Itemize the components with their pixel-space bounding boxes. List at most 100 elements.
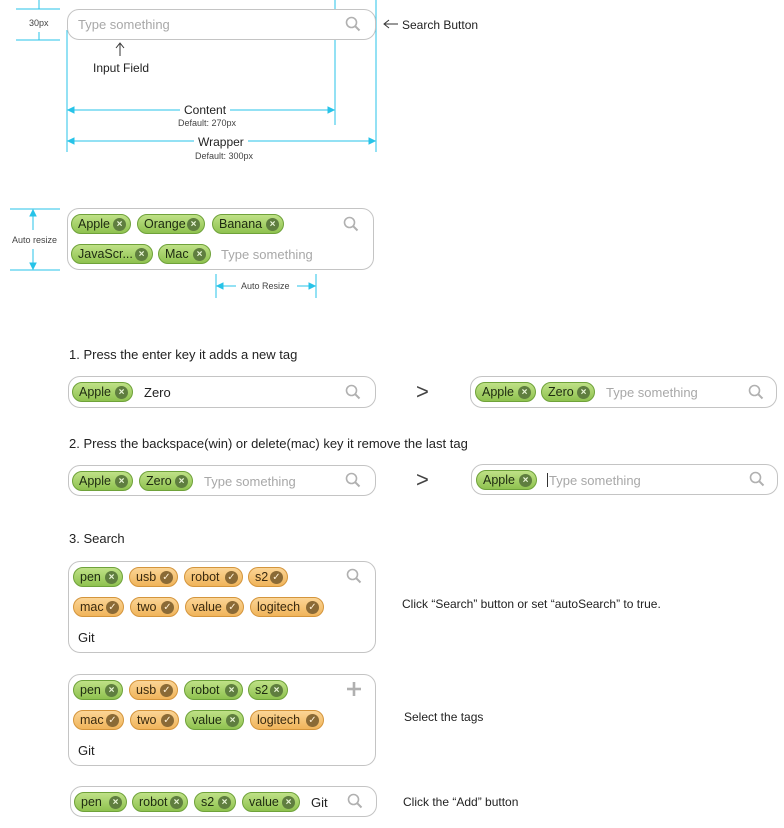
plus-icon[interactable] bbox=[346, 681, 362, 697]
step1-after-tag-input[interactable]: Apple × Zero × Type something bbox=[470, 376, 777, 408]
close-icon[interactable]: × bbox=[270, 683, 283, 697]
search-icon[interactable] bbox=[749, 471, 765, 487]
suggested-tag[interactable]: s2 ✓ bbox=[248, 567, 288, 587]
suggested-tag[interactable]: mac ✓ bbox=[73, 597, 124, 617]
step2-after-tag-input[interactable]: Apple × Type something bbox=[471, 464, 778, 495]
check-icon[interactable]: ✓ bbox=[226, 600, 239, 614]
check-icon[interactable]: ✓ bbox=[160, 570, 173, 584]
close-icon[interactable]: × bbox=[170, 795, 183, 809]
search-input[interactable]: Git bbox=[78, 630, 95, 645]
suggested-tag[interactable]: logitech ✓ bbox=[250, 597, 324, 617]
close-icon[interactable]: × bbox=[282, 795, 295, 809]
step3-heading: 3. Search bbox=[69, 531, 125, 546]
suggested-tag[interactable]: two ✓ bbox=[130, 597, 179, 617]
close-icon[interactable]: × bbox=[115, 385, 128, 399]
check-icon[interactable]: ✓ bbox=[161, 600, 174, 614]
search-icon[interactable] bbox=[347, 793, 363, 809]
close-icon[interactable]: × bbox=[226, 713, 239, 727]
step2-heading: 2. Press the backspace(win) or delete(ma… bbox=[69, 436, 468, 451]
step3-search-tag-input[interactable]: pen × usb ✓ robot ✓ s2 ✓ mac ✓ two ✓ val… bbox=[68, 561, 376, 653]
tag[interactable]: Zero × bbox=[139, 471, 193, 491]
suggested-tag[interactable]: logitech ✓ bbox=[250, 710, 324, 730]
search-input[interactable]: Git bbox=[311, 795, 328, 810]
check-icon[interactable]: ✓ bbox=[106, 713, 119, 727]
tag[interactable]: robot × bbox=[184, 680, 243, 700]
close-icon[interactable]: × bbox=[113, 217, 126, 231]
text-cursor bbox=[547, 473, 548, 487]
search-icon[interactable] bbox=[345, 16, 361, 32]
tag[interactable]: Apple × bbox=[476, 470, 537, 490]
search-icon[interactable] bbox=[748, 384, 764, 400]
tag[interactable]: Apple × bbox=[71, 214, 131, 234]
check-icon[interactable]: ✓ bbox=[161, 713, 174, 727]
check-icon[interactable]: ✓ bbox=[306, 713, 319, 727]
tag[interactable]: robot × bbox=[132, 792, 188, 812]
tag[interactable]: Mac × bbox=[158, 244, 211, 264]
close-icon[interactable]: × bbox=[115, 474, 128, 488]
tag[interactable]: Orange × bbox=[137, 214, 205, 234]
search-input[interactable]: Type something bbox=[606, 385, 698, 400]
suggested-tag[interactable]: usb ✓ bbox=[129, 680, 178, 700]
close-icon[interactable]: × bbox=[518, 385, 531, 399]
tag[interactable]: s2 × bbox=[194, 792, 236, 812]
suggested-tag[interactable]: value ✓ bbox=[185, 597, 244, 617]
step3-add-tag-input[interactable]: pen × robot × s2 × value × Git bbox=[70, 786, 377, 817]
close-icon[interactable]: × bbox=[225, 683, 238, 697]
tag[interactable]: Apple × bbox=[475, 382, 536, 402]
close-icon[interactable]: × bbox=[266, 217, 279, 231]
tag[interactable]: pen × bbox=[74, 792, 127, 812]
check-icon[interactable]: ✓ bbox=[106, 600, 119, 614]
suggested-tag[interactable]: robot ✓ bbox=[184, 567, 243, 587]
search-icon[interactable] bbox=[343, 216, 359, 232]
check-icon[interactable]: ✓ bbox=[160, 683, 173, 697]
close-icon[interactable]: × bbox=[519, 473, 532, 487]
anatomy-tag-input[interactable]: Type something bbox=[67, 9, 376, 40]
tag[interactable]: s2 × bbox=[248, 680, 288, 700]
tag[interactable]: Zero × bbox=[541, 382, 595, 402]
close-icon[interactable]: × bbox=[218, 795, 231, 809]
step2-before-tag-input[interactable]: Apple × Zero × Type something bbox=[68, 465, 376, 496]
step3-search-note: Click “Search” button or set “autoSearch… bbox=[402, 597, 661, 611]
close-icon[interactable]: × bbox=[109, 795, 122, 809]
check-icon[interactable]: ✓ bbox=[306, 600, 319, 614]
tag[interactable]: JavaScr... × bbox=[71, 244, 153, 264]
auto-resize-tag-input[interactable]: Apple × Orange × Banana × JavaScr... × M… bbox=[67, 208, 374, 270]
content-annotation: Content bbox=[184, 103, 227, 117]
suggested-tag[interactable]: two ✓ bbox=[130, 710, 179, 730]
search-input[interactable]: Type something bbox=[78, 17, 170, 32]
close-icon[interactable]: × bbox=[105, 683, 118, 697]
search-icon[interactable] bbox=[345, 472, 361, 488]
search-button-annotation: Search Button bbox=[402, 18, 479, 32]
tag[interactable]: pen × bbox=[73, 567, 123, 587]
suggested-tag[interactable]: usb ✓ bbox=[129, 567, 178, 587]
content-default-annotation: Default: 270px bbox=[178, 118, 237, 128]
check-icon[interactable]: ✓ bbox=[225, 570, 238, 584]
tag[interactable]: Banana × bbox=[212, 214, 284, 234]
search-input[interactable]: Type something bbox=[204, 474, 296, 489]
suggested-tag[interactable]: mac ✓ bbox=[73, 710, 124, 730]
close-icon[interactable]: × bbox=[135, 247, 148, 261]
search-icon[interactable] bbox=[345, 384, 361, 400]
tag[interactable]: value × bbox=[185, 710, 244, 730]
step3-select-tag-input[interactable]: pen × usb ✓ robot × s2 × mac ✓ two ✓ val… bbox=[68, 674, 376, 766]
step3-select-note: Select the tags bbox=[404, 710, 484, 724]
search-input[interactable]: Type something bbox=[549, 473, 641, 488]
tag[interactable]: pen × bbox=[73, 680, 123, 700]
search-icon[interactable] bbox=[346, 568, 362, 584]
check-icon[interactable]: ✓ bbox=[270, 570, 283, 584]
auto-resize-bottom-label: Auto Resize bbox=[241, 281, 290, 291]
tag[interactable]: Apple × bbox=[72, 382, 133, 402]
step1-heading: 1. Press the enter key it adds a new tag bbox=[69, 347, 298, 362]
close-icon[interactable]: × bbox=[187, 217, 200, 231]
close-icon[interactable]: × bbox=[175, 474, 188, 488]
close-icon[interactable]: × bbox=[193, 247, 206, 261]
tag[interactable]: Apple × bbox=[72, 471, 133, 491]
search-input[interactable]: Zero bbox=[144, 385, 171, 400]
tag[interactable]: value × bbox=[242, 792, 300, 812]
search-input[interactable]: Type something bbox=[221, 247, 313, 262]
step1-before-tag-input[interactable]: Apple × Zero bbox=[68, 376, 376, 408]
close-icon[interactable]: × bbox=[105, 570, 118, 584]
close-icon[interactable]: × bbox=[577, 385, 590, 399]
search-input[interactable]: Git bbox=[78, 743, 95, 758]
step3-add-note: Click the “Add” button bbox=[403, 795, 519, 809]
